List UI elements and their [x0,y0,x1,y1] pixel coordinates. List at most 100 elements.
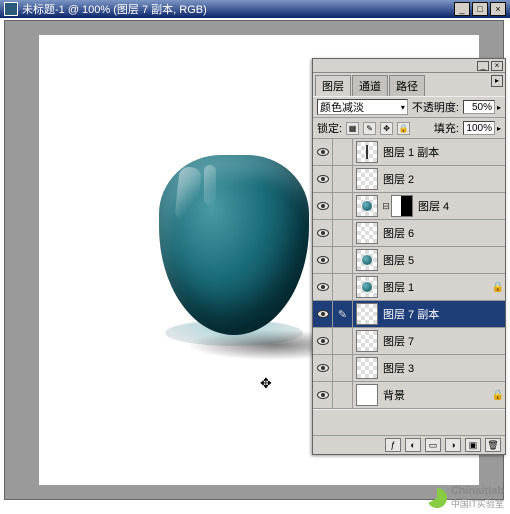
lock-transparency-button[interactable]: ▦ [346,122,359,135]
visibility-toggle[interactable] [313,220,333,247]
move-cursor-icon: ✥ [260,375,272,392]
layer-thumbnail[interactable] [356,195,378,217]
visibility-toggle[interactable] [313,139,333,166]
opacity-label: 不透明度: [412,99,459,115]
layer-row[interactable]: 图层 5 [313,247,505,274]
opacity-input[interactable] [463,100,495,114]
new-set-button[interactable]: ▭ [425,438,441,452]
new-layer-button[interactable]: ▣ [465,438,481,452]
lock-icon: 🔒 [491,282,505,293]
visibility-toggle[interactable] [313,382,333,409]
visibility-toggle[interactable] [313,301,333,328]
chevron-down-icon: ▾ [401,103,405,112]
link-toggle[interactable] [333,382,353,409]
layer-name[interactable]: 图层 1 副本 [381,144,491,160]
link-toggle[interactable] [333,220,353,247]
tab-layers[interactable]: 图层 [315,75,351,96]
link-toggle[interactable] [333,247,353,274]
lock-all-button[interactable]: 🔒 [397,122,410,135]
layer-name[interactable]: 图层 4 [416,198,491,214]
titlebar[interactable]: 未标题-1 @ 100% (图层 7 副本, RGB) _ □ × [0,0,510,18]
link-toggle[interactable] [333,166,353,193]
layer-thumbnail[interactable] [356,384,378,406]
layer-thumbnail[interactable] [356,141,378,163]
eye-icon [317,391,329,399]
layer-row[interactable]: 图层 7 [313,328,505,355]
link-toggle[interactable] [333,139,353,166]
eye-icon [317,229,329,237]
fill-input[interactable] [463,121,495,135]
adjustment-button[interactable]: ◑ [445,438,461,452]
layer-thumbnail[interactable] [356,330,378,352]
visibility-toggle[interactable] [313,355,333,382]
visibility-toggle[interactable] [313,274,333,301]
fill-arrow-icon[interactable]: ▸ [497,124,501,133]
link-toggle[interactable] [333,274,353,301]
eye-icon [317,148,329,156]
lock-label: 锁定: [317,120,342,136]
layers-empty-area[interactable] [313,409,505,435]
watermark-brand: Chinaitlab [451,485,504,497]
layer-thumbnail[interactable] [356,276,378,298]
visibility-toggle[interactable] [313,166,333,193]
lock-position-button[interactable]: ✥ [380,122,393,135]
layer-mask-button[interactable]: ◐ [405,438,421,452]
layer-row[interactable]: ⊟ 图层 4 [313,193,505,220]
watermark: Chinaitlab 中国IT实验室 [427,485,504,510]
visibility-toggle[interactable] [313,193,333,220]
layer-name[interactable]: 图层 2 [381,171,491,187]
layer-row[interactable]: 背景🔒 [313,382,505,409]
link-toggle[interactable] [333,193,353,220]
layer-row[interactable]: ✎ 图层 7 副本 [313,301,505,328]
eye-icon [317,175,329,183]
layer-row[interactable]: 图层 6 [313,220,505,247]
layer-row[interactable]: 图层 1🔒 [313,274,505,301]
lock-icon: 🔒 [491,390,505,401]
layer-name[interactable]: 图层 7 [381,333,491,349]
layer-thumbnail[interactable] [356,303,378,325]
layer-thumbnail[interactable] [356,249,378,271]
panel-footer: ƒ ◐ ▭ ◑ ▣ 🗑 [313,435,505,454]
link-toggle[interactable] [333,328,353,355]
layer-name[interactable]: 图层 7 副本 [381,306,491,322]
mask-link-icon: ⊟ [381,201,391,212]
delete-layer-button[interactable]: 🗑 [485,438,501,452]
layer-style-button[interactable]: ƒ [385,438,401,452]
layer-thumbnail[interactable] [356,357,378,379]
opacity-arrow-icon[interactable]: ▸ [497,103,501,112]
close-button[interactable]: × [490,2,506,16]
tab-channels[interactable]: 通道 [352,75,388,96]
layer-name[interactable]: 图层 1 [381,279,491,295]
panel-close-button[interactable]: × [491,61,503,71]
brush-icon: ✎ [338,308,347,321]
visibility-toggle[interactable] [313,328,333,355]
link-toggle[interactable]: ✎ [333,301,353,328]
panel-titlebar[interactable]: _ × [313,59,505,73]
blend-mode-select[interactable]: 颜色减淡 ▾ [317,99,408,115]
visibility-toggle[interactable] [313,247,333,274]
layer-name[interactable]: 图层 5 [381,252,491,268]
link-toggle[interactable] [333,355,353,382]
eye-icon [317,337,329,345]
fill-label: 填充: [434,120,459,136]
eye-icon [317,310,329,318]
minimize-button[interactable]: _ [454,2,470,16]
blend-mode-value: 颜色减淡 [320,99,364,115]
tab-paths[interactable]: 路径 [389,75,425,96]
watermark-logo-icon [427,488,447,508]
layer-name[interactable]: 图层 6 [381,225,491,241]
app-window: 未标题-1 @ 100% (图层 7 副本, RGB) _ □ × ✥ _ × … [0,0,510,502]
layer-name[interactable]: 背景 [381,387,491,403]
layer-mask-thumb[interactable] [391,195,413,217]
layer-name[interactable]: 图层 3 [381,360,491,376]
layer-row[interactable]: 图层 3 [313,355,505,382]
layer-thumbnail[interactable] [356,222,378,244]
lock-paint-button[interactable]: ✎ [363,122,376,135]
layer-row[interactable]: 图层 2 [313,166,505,193]
panel-minimize-button[interactable]: _ [477,61,489,71]
panel-menu-button[interactable]: ▸ [491,75,503,87]
layer-thumbnail[interactable] [356,168,378,190]
layer-row[interactable]: 图层 1 副本 [313,139,505,166]
eye-icon [317,364,329,372]
maximize-button[interactable]: □ [472,2,488,16]
